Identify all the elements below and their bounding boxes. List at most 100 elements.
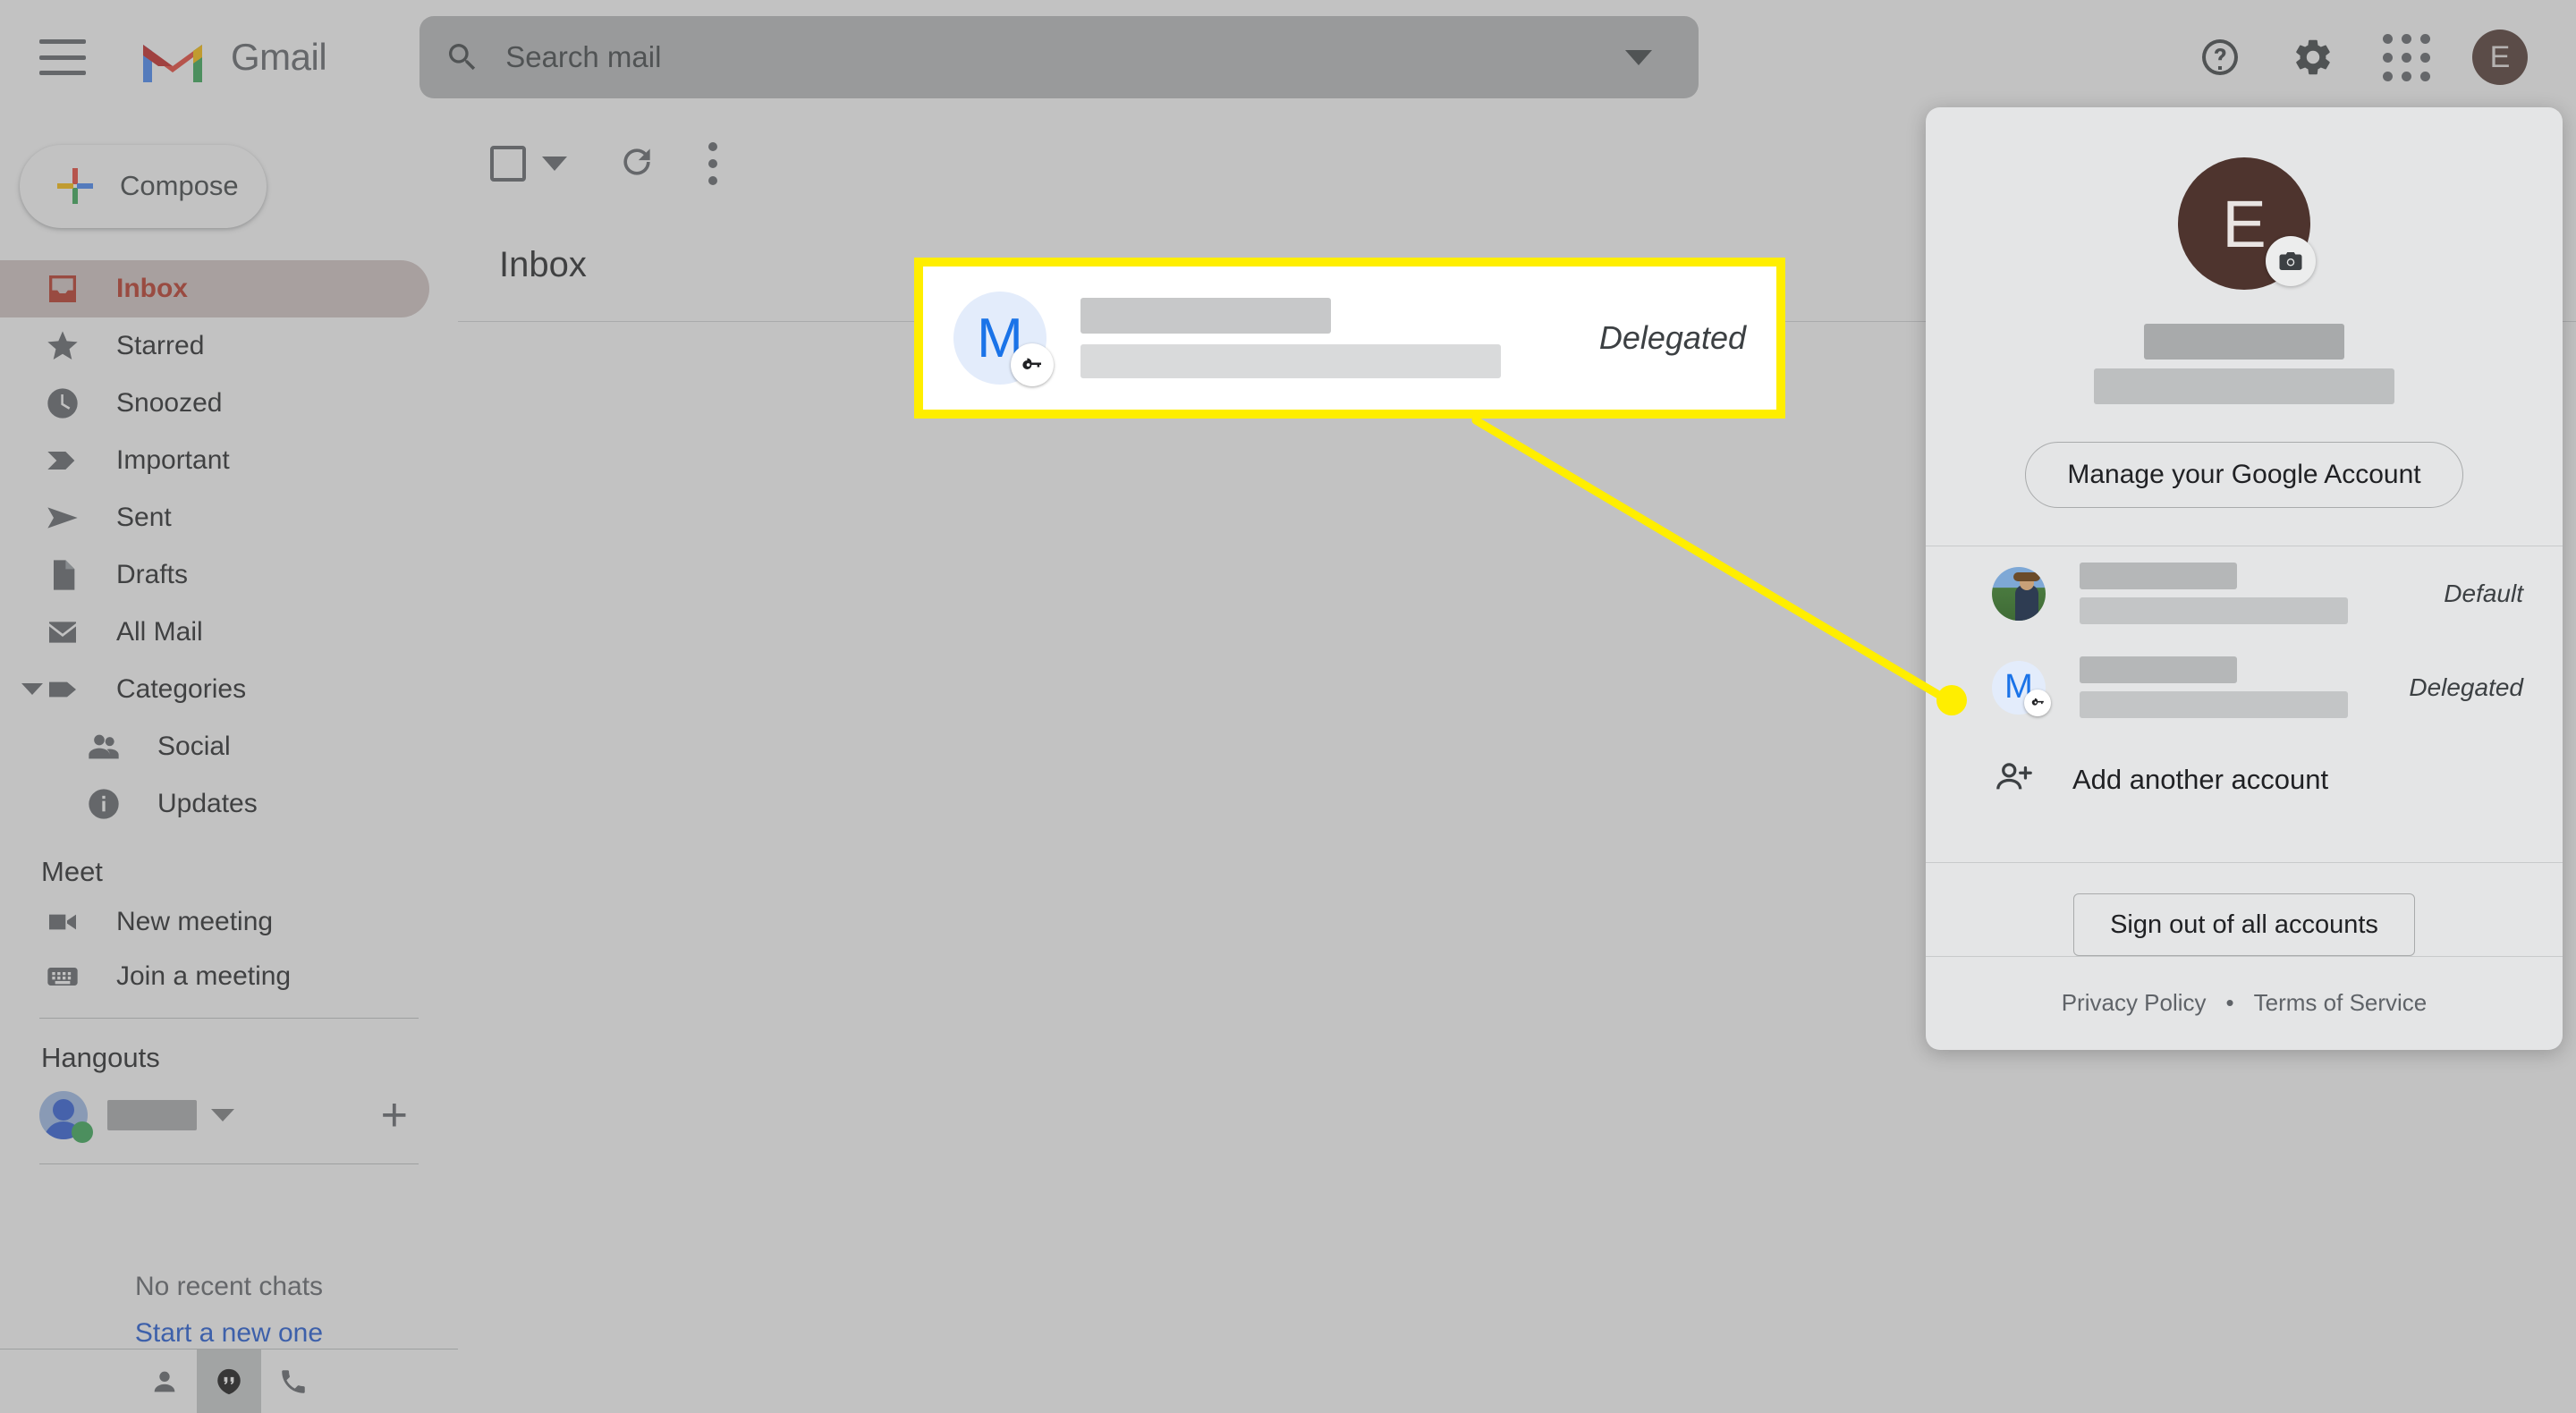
account-name-redacted <box>2144 324 2344 360</box>
account-identity-redacted <box>2080 656 2348 719</box>
send-icon <box>41 500 84 536</box>
star-icon <box>41 328 84 364</box>
sidebar-item-label: Drafts <box>116 559 189 589</box>
sidebar-item-join-meeting[interactable]: Join a meeting <box>0 950 458 1004</box>
sidebar-nav: Inbox Starred Snoozed Important Sent Dra… <box>0 259 458 833</box>
sidebar-item-drafts[interactable]: Drafts <box>0 546 458 604</box>
avatar[interactable]: E <box>2178 157 2316 290</box>
hangouts-section-title: Hangouts <box>41 1042 160 1074</box>
meet-section-title: Meet <box>41 855 103 887</box>
delegated-account-callout: M Delegated <box>914 258 1785 419</box>
video-camera-icon <box>41 904 84 940</box>
search-input[interactable]: Search mail <box>505 40 661 74</box>
status-badge: Default <box>2444 579 2523 607</box>
divider <box>1926 861 2563 863</box>
sidebar: Compose Inbox Starred Snoozed Important … <box>0 114 458 1413</box>
sidebar-item-label: Starred <box>116 330 205 360</box>
sidebar-item-label: New meeting <box>116 907 274 937</box>
checkbox-icon[interactable] <box>490 146 526 182</box>
account-row-default[interactable]: Default <box>1926 546 2563 640</box>
person-icon[interactable] <box>132 1350 197 1413</box>
account-header: E Manage your Google Account <box>1926 107 2563 508</box>
avatar <box>39 1091 93 1144</box>
sidebar-item-inbox[interactable]: Inbox <box>0 259 429 317</box>
add-account-label: Add another account <box>2072 763 2329 795</box>
important-marker-icon <box>41 443 84 478</box>
account-email-redacted <box>2094 368 2394 404</box>
account-panel-footer: Privacy Policy • Terms of Service <box>1926 955 2563 1050</box>
sidebar-item-snoozed[interactable]: Snoozed <box>0 375 458 432</box>
header-actions: E <box>2193 30 2528 85</box>
sidebar-item-social[interactable]: Social <box>0 718 458 775</box>
sidebar-item-categories[interactable]: Categories <box>0 661 458 718</box>
keyboard-icon <box>41 959 84 994</box>
phone-icon[interactable] <box>261 1350 326 1413</box>
compose-button[interactable]: Compose <box>20 145 267 228</box>
clock-icon <box>41 385 84 421</box>
privacy-policy-link[interactable]: Privacy Policy <box>2062 989 2207 1017</box>
apps-grid-icon[interactable] <box>2379 30 2433 84</box>
sidebar-item-label: Inbox <box>116 273 188 303</box>
start-new-chat-link[interactable]: Start a new one <box>0 1318 458 1349</box>
terms-of-service-link[interactable]: Terms of Service <box>2254 989 2428 1017</box>
sidebar-item-important[interactable]: Important <box>0 432 458 489</box>
status-badge: Delegated <box>2409 673 2523 701</box>
refresh-icon[interactable] <box>617 142 657 186</box>
sidebar-item-label: Important <box>116 444 230 475</box>
sidebar-divider <box>39 1163 419 1164</box>
plus-icon <box>54 165 97 207</box>
avatar: M <box>953 292 1054 386</box>
chevron-down-icon[interactable] <box>542 157 567 171</box>
status-badge: Delegated <box>1598 319 1746 356</box>
chevron-down-icon[interactable] <box>21 683 43 696</box>
sidebar-item-updates[interactable]: Updates <box>0 775 458 833</box>
account-identity-redacted <box>2080 563 2348 625</box>
sidebar-item-label: Social <box>157 731 231 761</box>
key-icon <box>1011 343 1054 386</box>
mail-envelope-icon <box>41 614 84 650</box>
sign-out-all-accounts-button[interactable]: Sign out of all accounts <box>2073 893 2415 956</box>
gmail-screen: Gmail Search mail E Compose Inbox Starre… <box>0 0 2576 1413</box>
account-name-redacted <box>1080 298 1501 378</box>
footer-separator: • <box>2225 989 2234 1017</box>
hangouts-add-icon[interactable]: + <box>381 1092 408 1138</box>
chevron-down-icon[interactable] <box>211 1109 234 1122</box>
sidebar-item-label: Updates <box>157 788 258 818</box>
sidebar-item-label: Sent <box>116 502 172 532</box>
draft-page-icon <box>41 557 84 593</box>
sidebar-item-label: Categories <box>116 673 247 704</box>
add-another-account-button[interactable]: Add another account <box>1926 735 2563 825</box>
account-row-delegated[interactable]: M Delegated <box>1926 640 2563 734</box>
sidebar-item-new-meeting[interactable]: New meeting <box>0 895 458 950</box>
hangouts-account-row[interactable]: + <box>0 1081 458 1149</box>
help-question-icon[interactable] <box>2193 30 2247 84</box>
people-icon <box>82 729 125 765</box>
gear-icon[interactable] <box>2286 30 2340 84</box>
search-bar[interactable]: Search mail <box>419 16 1699 98</box>
account-switcher-panel: E Manage your Google Account Default M D… <box>1926 107 2563 1050</box>
avatar <box>1992 566 2046 621</box>
info-icon <box>82 786 125 822</box>
more-vertical-icon[interactable] <box>708 142 717 185</box>
sidebar-item-label: Join a meeting <box>116 960 292 991</box>
hangouts-quote-icon[interactable] <box>197 1349 261 1413</box>
hamburger-menu-icon[interactable] <box>39 39 86 75</box>
no-recent-chats-label: No recent chats <box>134 1272 324 1301</box>
brand-title: Gmail <box>231 36 327 78</box>
manage-google-account-button[interactable]: Manage your Google Account <box>2025 442 2463 508</box>
avatar[interactable]: E <box>2472 30 2528 85</box>
sidebar-item-sent[interactable]: Sent <box>0 489 458 546</box>
online-status-dot <box>72 1121 93 1144</box>
avatar: M <box>1992 660 2051 716</box>
sidebar-item-starred[interactable]: Starred <box>0 317 458 375</box>
compose-label: Compose <box>120 170 239 202</box>
app-header: Gmail Search mail E <box>0 0 2576 114</box>
sidebar-item-all-mail[interactable]: All Mail <box>0 604 458 661</box>
key-icon <box>2024 689 2051 716</box>
hangouts-name-redacted <box>107 1100 197 1131</box>
person-add-icon <box>1994 757 2035 802</box>
sidebar-item-label: All Mail <box>116 616 203 647</box>
sidebar-item-label: Snoozed <box>116 387 223 418</box>
camera-icon[interactable] <box>2266 236 2316 286</box>
chevron-down-icon[interactable] <box>1625 49 1653 65</box>
